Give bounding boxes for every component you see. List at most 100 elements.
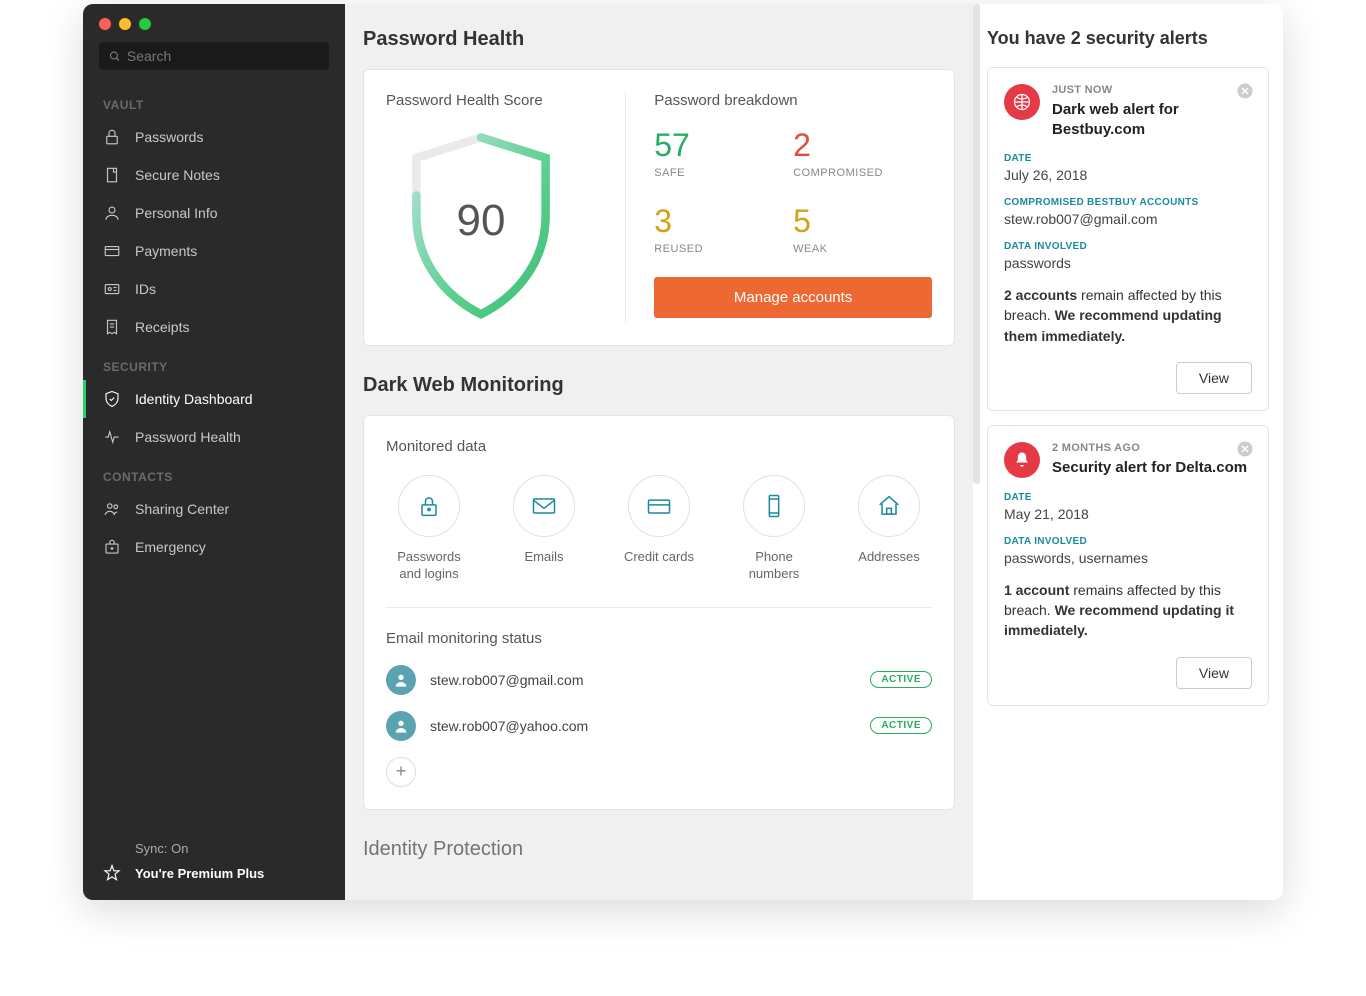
maximize-window-button[interactable] xyxy=(139,18,151,30)
view-alert-button[interactable]: View xyxy=(1176,362,1252,394)
sidebar-item-passwords[interactable]: Passwords xyxy=(83,118,345,156)
alert-time: 2 MONTHS AGO xyxy=(1052,442,1252,454)
minimize-window-button[interactable] xyxy=(119,18,131,30)
phone-icon xyxy=(760,492,788,520)
field-label: DATA INVOLVED xyxy=(1004,241,1252,252)
shield-icon xyxy=(103,390,121,408)
alert-icon xyxy=(1004,442,1040,478)
card-icon xyxy=(645,492,673,520)
web-icon xyxy=(1012,92,1032,112)
id-icon xyxy=(103,280,121,298)
close-icon xyxy=(1236,82,1254,100)
identity-protection-heading: Identity Protection xyxy=(363,838,955,861)
monitored-grid: Passwords and logins Emails Credit cards… xyxy=(386,475,932,583)
person-icon xyxy=(103,204,121,222)
sidebar-item-secure-notes[interactable]: Secure Notes xyxy=(83,156,345,194)
main-content: Password Health Password Health Score 90 xyxy=(345,4,973,900)
breakdown-reused-label: REUSED xyxy=(654,243,793,255)
card-icon xyxy=(103,242,121,260)
field-label: DATE xyxy=(1004,492,1252,503)
sidebar-item-label: IDs xyxy=(135,281,156,297)
sidebar-item-payments[interactable]: Payments xyxy=(83,232,345,270)
close-icon xyxy=(1236,440,1254,458)
pulse-icon xyxy=(103,428,121,446)
password-health-card: Password Health Score 90 Password breakd… xyxy=(363,69,955,346)
sidebar-item-password-health[interactable]: Password Health xyxy=(83,418,345,456)
view-alert-button[interactable]: View xyxy=(1176,657,1252,689)
sidebar-item-sharing-center[interactable]: Sharing Center xyxy=(83,490,345,528)
monitored-label: Phone numbers xyxy=(731,549,817,583)
field-label: DATA INVOLVED xyxy=(1004,536,1252,547)
status-badge: ACTIVE xyxy=(870,671,932,688)
sidebar-item-receipts[interactable]: Receipts xyxy=(83,308,345,346)
field-label: COMPROMISED BESTBUY ACCOUNTS xyxy=(1004,197,1252,208)
email-row: stew.rob007@yahoo.com ACTIVE xyxy=(386,711,932,741)
breakdown-compromised-count: 2 xyxy=(793,129,932,161)
alert-date: July 26, 2018 xyxy=(1004,167,1252,183)
monitored-passwords: Passwords and logins xyxy=(386,475,472,583)
avatar-icon xyxy=(386,665,416,695)
dismiss-alert-button[interactable] xyxy=(1236,82,1254,100)
search-box[interactable] xyxy=(99,42,329,70)
monitored-emails: Emails xyxy=(501,475,587,583)
breakdown-weak-label: WEAK xyxy=(793,243,932,255)
sidebar-item-label: Payments xyxy=(135,243,197,259)
monitored-credit-cards: Credit cards xyxy=(616,475,702,583)
monitored-label: Emails xyxy=(501,549,587,566)
email-monitoring-label: Email monitoring status xyxy=(386,630,932,647)
sidebar-item-label: Receipts xyxy=(135,319,189,335)
alerts-header: You have 2 security alerts xyxy=(987,28,1269,49)
alert-date: May 21, 2018 xyxy=(1004,506,1252,522)
manage-accounts-button[interactable]: Manage accounts xyxy=(654,277,932,318)
alert-time: JUST NOW xyxy=(1052,84,1252,96)
alert-card: 2 MONTHS AGO Security alert for Delta.co… xyxy=(987,425,1269,706)
email-row: stew.rob007@gmail.com ACTIVE xyxy=(386,665,932,695)
mail-icon xyxy=(530,492,558,520)
sidebar-item-ids[interactable]: IDs xyxy=(83,270,345,308)
alert-message: 2 accounts remain affected by this breac… xyxy=(1004,285,1252,346)
search-input[interactable] xyxy=(127,48,319,64)
monitored-label: Addresses xyxy=(846,549,932,566)
divider xyxy=(386,607,932,608)
field-label: DATE xyxy=(1004,153,1252,164)
alert-message: 1 account remains affected by this breac… xyxy=(1004,580,1252,641)
premium-status[interactable]: You're Premium Plus xyxy=(103,864,325,882)
monitored-label: Passwords and logins xyxy=(386,549,472,583)
breakdown-safe-count: 57 xyxy=(654,129,793,161)
breakdown-reused: 3 REUSED xyxy=(654,205,793,255)
alerts-panel: You have 2 security alerts JUST NOW Dark… xyxy=(973,4,1283,900)
add-email-button[interactable]: + xyxy=(386,757,416,787)
sidebar-item-emergency[interactable]: Emergency xyxy=(83,528,345,566)
dismiss-alert-button[interactable] xyxy=(1236,440,1254,458)
scrollbar[interactable] xyxy=(973,4,980,484)
close-window-button[interactable] xyxy=(99,18,111,30)
breakdown-weak-count: 5 xyxy=(793,205,932,237)
email-address: stew.rob007@yahoo.com xyxy=(430,718,856,734)
breakdown-label: Password breakdown xyxy=(654,92,932,109)
breakdown-weak: 5 WEAK xyxy=(793,205,932,255)
health-score-value: 90 xyxy=(457,196,506,246)
sidebar-item-personal-info[interactable]: Personal Info xyxy=(83,194,345,232)
alert-icon xyxy=(1004,84,1040,120)
dark-web-card: Monitored data Passwords and logins Emai… xyxy=(363,415,955,810)
sidebar-item-identity-dashboard[interactable]: Identity Dashboard xyxy=(83,380,345,418)
section-header-vault: VAULT xyxy=(83,84,345,118)
sidebar-item-label: Secure Notes xyxy=(135,167,220,183)
sidebar: VAULT Passwords Secure Notes Personal In… xyxy=(83,4,345,900)
people-icon xyxy=(103,500,121,518)
star-icon xyxy=(103,864,121,882)
window-controls xyxy=(83,4,345,38)
lock-icon xyxy=(415,492,443,520)
data-involved: passwords xyxy=(1004,255,1252,271)
health-score-section: Password Health Score 90 xyxy=(386,92,626,323)
breakdown-compromised-label: COMPROMISED xyxy=(793,167,932,179)
monitored-addresses: Addresses xyxy=(846,475,932,583)
monitored-label: Credit cards xyxy=(616,549,702,566)
section-header-contacts: CONTACTS xyxy=(83,456,345,490)
compromised-account: stew.rob007@gmail.com xyxy=(1004,211,1252,227)
sidebar-footer: Sync: On You're Premium Plus xyxy=(83,823,345,900)
monitored-data-label: Monitored data xyxy=(386,438,932,455)
search-icon xyxy=(109,50,121,63)
breakdown-compromised: 2 COMPROMISED xyxy=(793,129,932,179)
app-window: VAULT Passwords Secure Notes Personal In… xyxy=(83,4,1283,900)
